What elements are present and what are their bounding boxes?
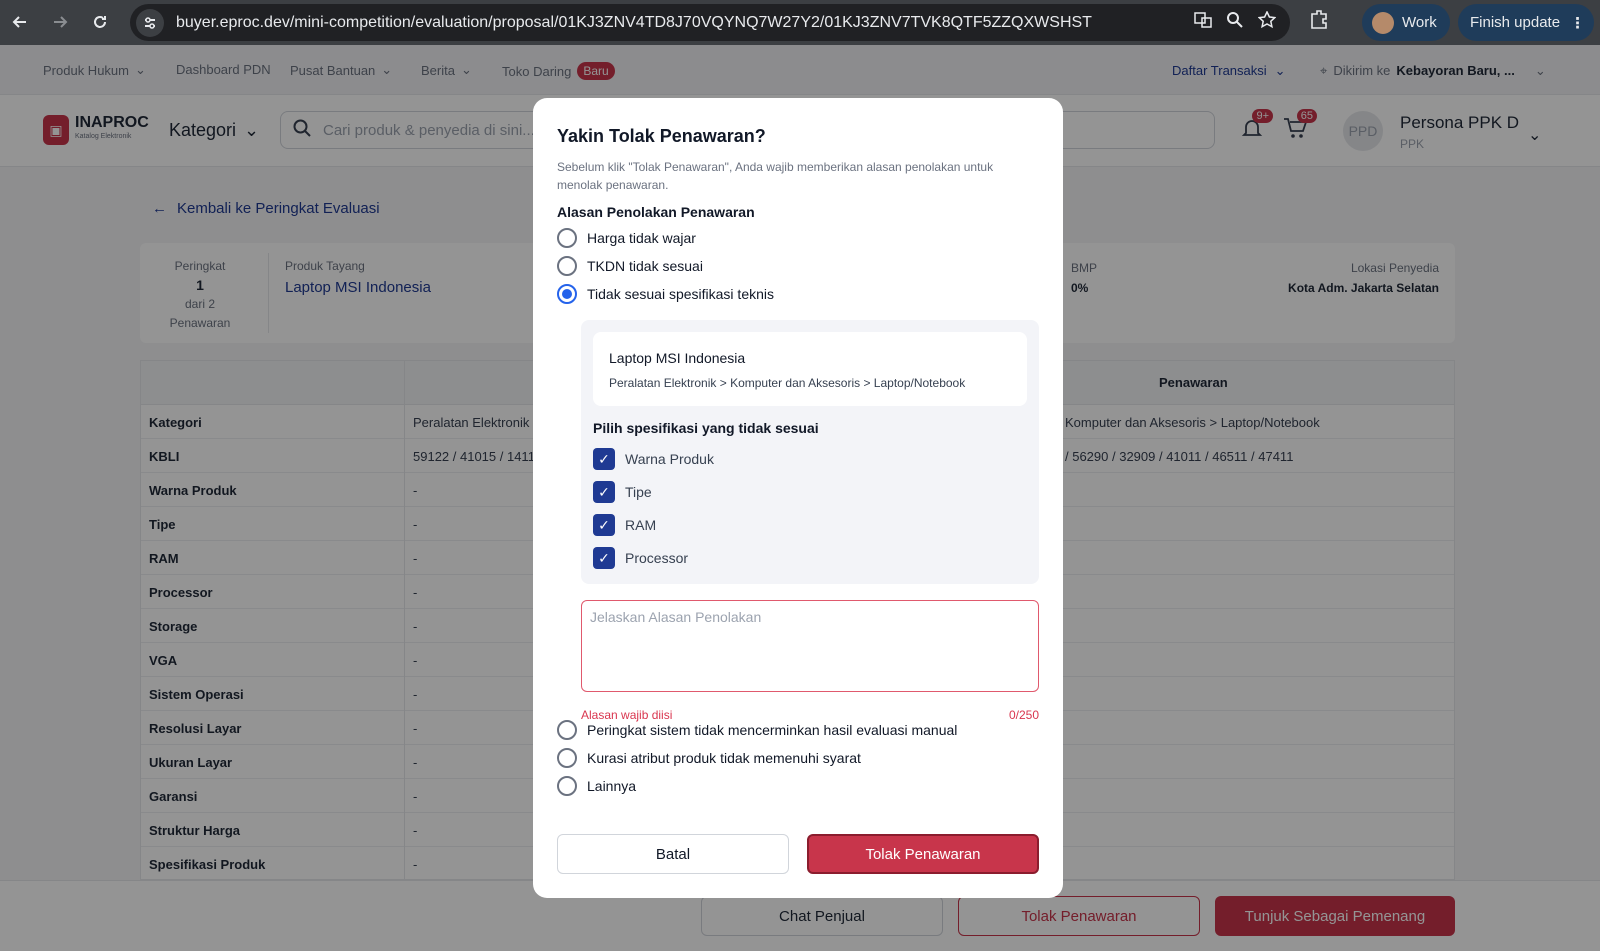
- url-text: buyer.eproc.dev/mini-competition/evaluat…: [176, 13, 1092, 31]
- product-info-card: Laptop MSI Indonesia Peralatan Elektroni…: [593, 332, 1027, 406]
- checkmark-icon[interactable]: ✓: [593, 481, 615, 503]
- reason-option-tkdn[interactable]: TKDN tidak sesuai: [557, 256, 703, 276]
- spec-pick-label: Pilih spesifikasi yang tidak sesuai: [593, 420, 819, 436]
- reason-option-kurasi[interactable]: Kurasi atribut produk tidak memenuhi sya…: [557, 748, 861, 768]
- spec-checkbox-label: RAM: [625, 517, 657, 533]
- confirm-reject-button[interactable]: Tolak Penawaran: [807, 834, 1039, 874]
- reason-option-label: Lainnya: [587, 778, 637, 794]
- reason-option-lainnya[interactable]: Lainnya: [557, 776, 636, 796]
- char-counter: 0/250: [1008, 708, 1039, 722]
- forward-arrow-icon[interactable]: [42, 4, 78, 40]
- checkmark-icon[interactable]: ✓: [593, 547, 615, 569]
- spec-checkbox-label: Tipe: [625, 484, 652, 500]
- reasons-label: Alasan Penolakan Penawaran: [557, 204, 755, 220]
- radio-button-selected[interactable]: [557, 284, 577, 304]
- browser-toolbar: buyer.eproc.dev/mini-competition/evaluat…: [0, 0, 1600, 45]
- radio-button[interactable]: [557, 776, 577, 796]
- radio-button[interactable]: [557, 748, 577, 768]
- reason-option-peringkat[interactable]: Peringkat sistem tidak mencerminkan hasi…: [557, 720, 957, 740]
- finish-update-label: Finish update: [1470, 14, 1561, 31]
- reason-option-label: Harga tidak wajar: [587, 230, 696, 246]
- reason-placeholder: Jelaskan Alasan Penolakan: [590, 609, 762, 625]
- spec-product-path: Peralatan Elektronik > Komputer dan Akse…: [609, 376, 966, 390]
- spec-product-name: Laptop MSI Indonesia: [609, 350, 746, 366]
- rejection-reason-textarea[interactable]: Jelaskan Alasan Penolakan: [581, 600, 1039, 692]
- spec-checkbox-label: Warna Produk: [625, 451, 714, 467]
- dialog-title: Yakin Tolak Penawaran?: [557, 126, 766, 146]
- radio-button[interactable]: [557, 228, 577, 248]
- reason-option-label: Kurasi atribut produk tidak memenuhi sya…: [587, 750, 861, 766]
- reason-option-harga[interactable]: Harga tidak wajar: [557, 228, 696, 248]
- reason-option-label: Peringkat sistem tidak mencerminkan hasi…: [587, 722, 958, 738]
- profile-avatar: [1372, 11, 1394, 34]
- reload-icon[interactable]: [82, 4, 118, 40]
- spec-selection-panel: Laptop MSI Indonesia Peralatan Elektroni…: [581, 320, 1039, 584]
- profile-label: Work: [1402, 14, 1437, 31]
- spec-checkbox-ram[interactable]: ✓ RAM: [593, 514, 656, 536]
- finish-update-button[interactable]: Finish update ⋮: [1458, 4, 1594, 41]
- spec-checkbox-tipe[interactable]: ✓ Tipe: [593, 481, 652, 503]
- extensions-icon[interactable]: [1308, 8, 1330, 35]
- bookmark-star-icon[interactable]: [1257, 10, 1277, 34]
- spec-checkbox-label: Processor: [625, 550, 689, 566]
- spec-checkbox-processor[interactable]: ✓ Processor: [593, 547, 688, 569]
- checkmark-icon[interactable]: ✓: [593, 448, 615, 470]
- profile-button[interactable]: Work: [1362, 4, 1450, 41]
- radio-button[interactable]: [557, 720, 577, 740]
- reject-offer-dialog: Yakin Tolak Penawaran? Sebelum klik "Tol…: [533, 98, 1063, 898]
- back-arrow-icon[interactable]: [2, 4, 38, 40]
- checkmark-icon[interactable]: ✓: [593, 514, 615, 536]
- reason-option-label: TKDN tidak sesuai: [587, 258, 703, 274]
- dialog-description: Sebelum klik "Tolak Penawaran", Anda waj…: [557, 160, 994, 192]
- spec-checkbox-warna[interactable]: ✓ Warna Produk: [593, 448, 714, 470]
- reason-option-spesifikasi[interactable]: Tidak sesuai spesifikasi teknis: [557, 284, 774, 304]
- translate-icon[interactable]: [1194, 11, 1212, 34]
- cancel-button[interactable]: Batal: [557, 834, 789, 874]
- more-menu-icon: ⋮: [1570, 14, 1586, 32]
- address-bar[interactable]: buyer.eproc.dev/mini-competition/evaluat…: [130, 4, 1290, 41]
- site-settings-icon[interactable]: [136, 8, 164, 37]
- reason-option-label: Tidak sesuai spesifikasi teknis: [587, 286, 775, 302]
- radio-button[interactable]: [557, 256, 577, 276]
- zoom-icon[interactable]: [1226, 11, 1244, 34]
